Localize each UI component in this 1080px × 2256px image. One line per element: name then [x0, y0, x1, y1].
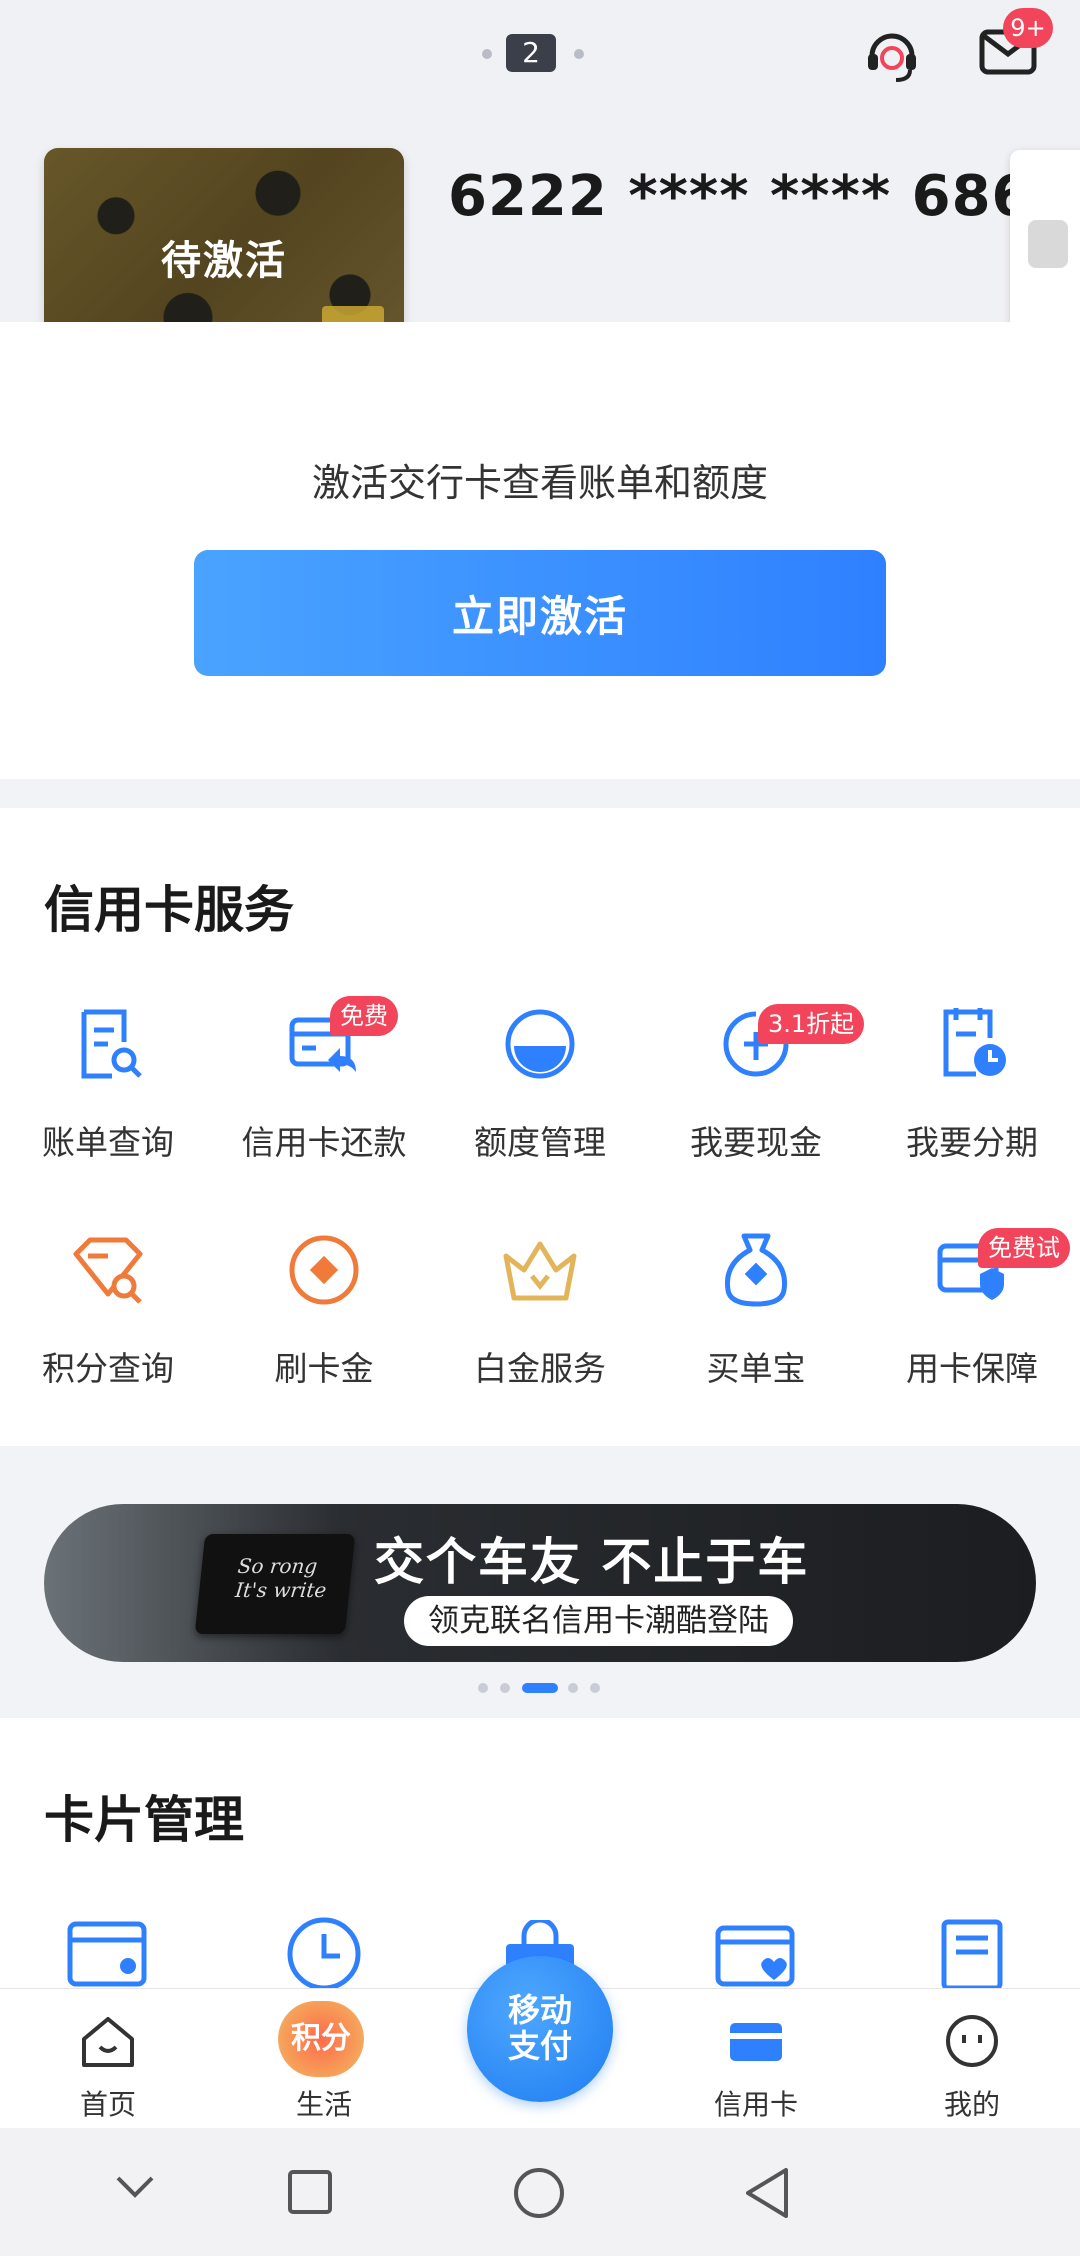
tab-life[interactable]: 积分 生活 [216, 1989, 432, 2129]
crown-icon [503, 1241, 577, 1301]
tab-home[interactable]: 首页 [0, 1989, 216, 2129]
bill-search-icon [81, 1009, 142, 1079]
section-title: 卡片管理 [44, 1791, 244, 1849]
points-badge-icon: 积分 [278, 2001, 364, 2077]
tab-label: 生活 [295, 2088, 352, 2121]
carousel-dot [590, 1683, 600, 1693]
points-search-icon [73, 1237, 143, 1304]
banner-card-image: So rong It's write [194, 1534, 356, 1634]
home-circle-icon[interactable] [512, 2166, 566, 2220]
activation-prompt: 激活交行卡查看账单和额度 [311, 461, 768, 505]
tab-mine[interactable]: 我的 [864, 1989, 1080, 2129]
pay-label-line1: 移动 [507, 1991, 572, 2029]
promo-banner[interactable]: So rong It's write 交个车友 不止于车 领克联名信用卡潮酷登陆 [44, 1504, 1036, 1662]
document-icon[interactable] [938, 1918, 1006, 1988]
service-label: 买单宝 [706, 1349, 806, 1388]
points-badge-text: 积分 [291, 2021, 351, 2056]
card-management: 卡片管理 [0, 1718, 1080, 1988]
pager-dot [574, 49, 584, 59]
card-heart-icon[interactable] [714, 1924, 798, 1988]
service-label: 信用卡还款 [241, 1123, 407, 1162]
system-navigation-bar [0, 2128, 1080, 2256]
carousel-dot [500, 1683, 510, 1693]
limit-gauge-icon [505, 1009, 575, 1079]
card-user-icon[interactable] [66, 1920, 150, 1990]
banner-subtitle: 领克联名信用卡潮酷登陆 [404, 1596, 793, 1646]
message-badge: 9+ [1003, 8, 1053, 48]
chevron-down-icon[interactable] [112, 2172, 158, 2202]
service-label: 我要分期 [906, 1123, 1038, 1162]
service-swipe-bonus[interactable]: 刷卡金 [216, 1230, 432, 1410]
mobile-pay-button[interactable]: 移动 支付 [467, 1956, 613, 2102]
service-label: 用卡保障 [906, 1349, 1038, 1388]
money-bag-icon [724, 1233, 788, 1307]
service-platinum[interactable]: 白金服务 [432, 1230, 648, 1410]
activate-now-button[interactable]: 立即激活 [194, 550, 886, 676]
tab-label: 信用卡 [713, 2088, 798, 2121]
service-bill-query[interactable]: 账单查询 [0, 1004, 216, 1184]
service-points-query[interactable]: 积分查询 [0, 1230, 216, 1410]
swipe-bonus-icon [289, 1235, 359, 1305]
home-icon [82, 2017, 134, 2067]
service-limit-management[interactable]: 额度管理 [432, 1004, 648, 1184]
banner-title: 交个车友 不止于车 [374, 1533, 810, 1591]
credit-card-icon [730, 2023, 782, 2061]
service-installment[interactable]: 我要分期 [864, 1004, 1080, 1184]
carousel-dot-active [522, 1683, 558, 1693]
carousel-dot [478, 1683, 488, 1693]
installment-icon [943, 1008, 1006, 1077]
pager-dot [482, 49, 492, 59]
activation-panel: 激活交行卡查看账单和额度 立即激活 [0, 322, 1080, 779]
credit-card-services: 信用卡服务 账单查询 信用卡还款 免费 额度管理 我要现金 3.1折起 我要分期… [0, 808, 1080, 1446]
service-label: 我要现金 [690, 1123, 822, 1162]
clock-icon[interactable] [284, 1914, 364, 1988]
section-title: 信用卡服务 [44, 881, 294, 939]
discount-tag: 3.1折起 [758, 1004, 865, 1044]
banner-card-text: So rong It's write [234, 1554, 328, 1602]
service-label: 额度管理 [474, 1123, 606, 1162]
free-tag: 免费 [330, 996, 398, 1036]
service-label: 白金服务 [474, 1349, 606, 1388]
service-card-repay[interactable]: 信用卡还款 [216, 1004, 432, 1184]
service-label: 账单查询 [42, 1123, 174, 1162]
pay-label-line2: 支付 [507, 2027, 572, 2065]
service-pay-treasure[interactable]: 买单宝 [648, 1230, 864, 1410]
back-triangle-icon[interactable] [744, 2166, 792, 2220]
tab-label: 首页 [79, 2088, 136, 2121]
tab-label: 我的 [943, 2088, 1000, 2121]
profile-face-icon [946, 2015, 998, 2067]
free-trial-tag: 免费试 [978, 1228, 1070, 1268]
customer-service-icon[interactable] [860, 22, 924, 90]
card-number: 6222 **** **** 6868 [448, 164, 1072, 229]
card-chip [1028, 220, 1068, 268]
tab-credit-card[interactable]: 信用卡 [648, 1989, 864, 2129]
card-page-indicator: 2 [506, 34, 556, 72]
service-label: 积分查询 [42, 1349, 174, 1388]
carousel-dot [568, 1683, 578, 1693]
recents-square-icon[interactable] [286, 2168, 334, 2216]
service-label: 刷卡金 [274, 1349, 374, 1388]
